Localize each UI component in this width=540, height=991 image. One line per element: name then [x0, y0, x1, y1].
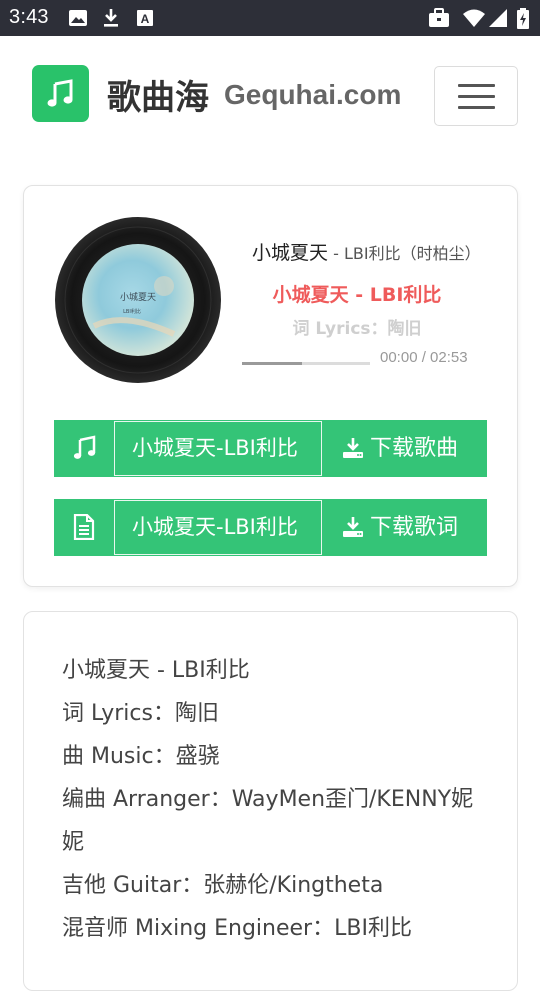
lyric-download-row: 小城夏天-LBI利比 下载歌词	[54, 499, 487, 556]
status-bar: 3:43 A	[0, 0, 540, 36]
svg-text:A: A	[141, 12, 150, 26]
song-download-row: 小城夏天-LBI利比 下载歌曲	[54, 420, 487, 477]
brand-name-cn[interactable]: 歌曲海	[107, 70, 209, 119]
credit-line: 混音师 Mixing Engineer：LBI利比	[62, 916, 412, 941]
credit-line: 编曲 Arranger：WayMen歪门/KENNY妮妮	[62, 787, 474, 855]
battery-icon	[517, 8, 529, 33]
download-icon	[102, 8, 120, 32]
song-credits: 小城夏天 - LBI利比 词 Lyrics：陶旧 曲 Music：盛骁 编曲 A…	[62, 649, 492, 950]
cover-title: 小城夏天	[120, 292, 156, 303]
credit-line: 词 Lyrics：陶旧	[62, 701, 219, 726]
file-text-icon	[73, 514, 95, 540]
logo[interactable]	[32, 65, 89, 122]
song-info-card: 小城夏天 - LBI利比 词 Lyrics：陶旧 曲 Music：盛骁 编曲 A…	[23, 611, 518, 991]
music-note-icon	[47, 79, 73, 107]
download-lyric-button[interactable]: 下载歌词	[322, 499, 487, 556]
lyric-icon-box	[54, 499, 114, 556]
current-lyric: 小城夏天 - LBI利比	[272, 284, 442, 306]
hamburger-menu-icon	[458, 84, 495, 87]
music-note-icon	[73, 435, 96, 459]
song-artist: - LBI利比（时柏尘）	[328, 244, 481, 263]
song-title: 小城夏天	[252, 242, 329, 264]
lyric-file-name[interactable]: 小城夏天-LBI利比	[114, 500, 322, 555]
credit-line: 小城夏天 - LBI利比	[62, 658, 250, 683]
album-disc[interactable]: 小城夏天 LBI利比	[54, 216, 222, 384]
player-card: 小城夏天 LBI利比 小城夏天 - LBI利比（时柏尘） 小城夏天 - LBI利…	[23, 185, 518, 587]
status-time: 3:43	[9, 6, 49, 28]
download-song-button[interactable]: 下载歌曲	[322, 420, 487, 477]
progress-bar[interactable]	[242, 362, 370, 365]
download-icon	[343, 517, 363, 537]
song-icon-box	[54, 420, 114, 477]
menu-button[interactable]	[434, 66, 518, 126]
song-file-name[interactable]: 小城夏天-LBI利比	[114, 421, 322, 476]
image-icon	[68, 8, 88, 32]
download-lyric-label: 下载歌词	[370, 515, 459, 540]
download-icon	[343, 438, 363, 458]
wifi-icon	[462, 8, 486, 32]
progress-fill	[242, 362, 303, 365]
cover-subtitle: LBI利比	[123, 308, 141, 315]
time-display: 00:00 / 02:53	[380, 349, 468, 366]
site-header: 歌曲海 Gequhai.com	[0, 36, 540, 150]
font-icon: A	[136, 8, 154, 32]
brand-name-en[interactable]: Gequhai.com	[224, 79, 401, 111]
download-song-label: 下载歌曲	[370, 436, 459, 461]
signal-icon	[488, 8, 508, 32]
briefcase-icon	[428, 8, 450, 32]
credit-line: 吉他 Guitar：张赫伦/Kingtheta	[62, 873, 384, 898]
credit-line: 曲 Music：盛骁	[62, 744, 220, 769]
song-title-line: 小城夏天 - LBI利比（时柏尘）	[252, 238, 492, 265]
next-lyric: 词 Lyrics：陶旧	[292, 319, 422, 339]
